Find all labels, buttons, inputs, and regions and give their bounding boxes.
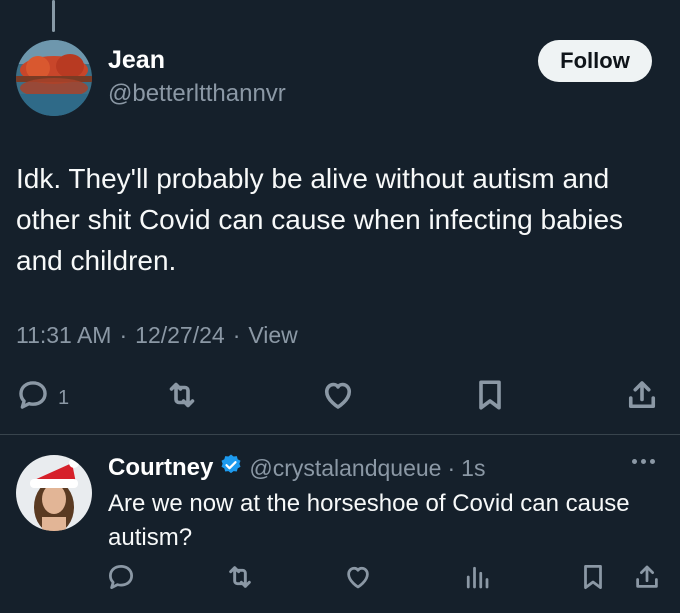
- like-icon: [320, 377, 356, 419]
- tweet-date[interactable]: 12/27/24: [135, 322, 225, 349]
- like-button[interactable]: [320, 376, 356, 420]
- meta-separator: ·: [232, 322, 241, 348]
- like-button[interactable]: [343, 561, 373, 597]
- reply-tweet[interactable]: Courtney @crystalandqueue · 1s Are we no…: [0, 435, 680, 613]
- tweet-time[interactable]: 11:31 AM: [16, 322, 111, 349]
- reply-button[interactable]: 1: [16, 376, 69, 420]
- views-icon: [462, 562, 492, 597]
- reply-icon: [16, 378, 50, 418]
- bookmark-button[interactable]: [472, 376, 508, 420]
- author-handle[interactable]: @betterltthannvr: [108, 80, 286, 108]
- reply-time[interactable]: 1s: [461, 455, 485, 482]
- retweet-button[interactable]: [224, 561, 256, 597]
- views-button[interactable]: [462, 561, 492, 597]
- reply-button[interactable]: [106, 561, 136, 597]
- tweet-text: Idk. They'll probably be alive without a…: [16, 163, 624, 276]
- tweet-meta: 11:31 AM · 12/27/24 · View: [16, 322, 298, 349]
- share-button[interactable]: [624, 376, 660, 420]
- share-button[interactable]: [632, 561, 662, 597]
- verified-icon: [219, 453, 243, 483]
- reply-author-name[interactable]: Courtney: [108, 454, 213, 482]
- share-icon: [632, 562, 662, 597]
- meta-separator: ·: [119, 322, 128, 348]
- avatar[interactable]: [16, 455, 92, 531]
- reply-header: Courtney @crystalandqueue · 1s: [108, 453, 485, 483]
- reply-author-handle[interactable]: @crystalandqueue: [249, 455, 441, 482]
- retweet-icon: [164, 377, 200, 419]
- retweet-button[interactable]: [164, 376, 200, 420]
- main-tweet: Jean @betterltthannvr Follow Idk. They'l…: [0, 0, 680, 434]
- more-icon[interactable]: [632, 459, 655, 464]
- views-link[interactable]: View: [248, 322, 297, 349]
- bookmark-icon: [578, 562, 608, 597]
- meta-separator: ·: [447, 454, 456, 481]
- retweet-icon: [224, 561, 256, 598]
- author-name[interactable]: Jean: [108, 46, 165, 75]
- avatar[interactable]: [16, 40, 92, 116]
- reply-icon: [106, 562, 136, 597]
- reply-text: Are we now at the horseshoe of Covid can…: [108, 490, 630, 551]
- reply-action-bar: [0, 561, 680, 597]
- reply-count: 1: [58, 386, 70, 409]
- bookmark-icon: [472, 377, 508, 419]
- bookmark-button[interactable]: [578, 561, 608, 597]
- follow-button[interactable]: Follow: [538, 40, 652, 82]
- tweet-action-bar: 1: [0, 376, 680, 420]
- share-icon: [624, 377, 660, 419]
- like-icon: [343, 562, 373, 597]
